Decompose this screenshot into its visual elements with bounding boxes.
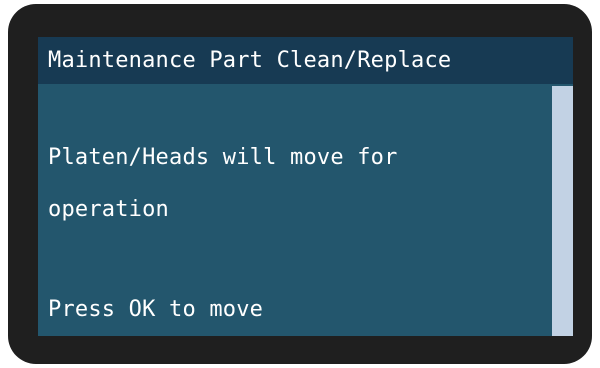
scrollbar[interactable] (552, 86, 573, 336)
message-line: operation (48, 197, 170, 222)
message-line: Platen/Heads will move for (48, 145, 398, 170)
screen-title: Maintenance Part Clean/Replace (38, 37, 573, 84)
message-area: Platen/Heads will move for operation Pre… (38, 84, 552, 336)
lcd-screen: Maintenance Part Clean/Replace Platen/He… (38, 37, 573, 336)
ok-instruction: Press OK to move (48, 297, 264, 322)
